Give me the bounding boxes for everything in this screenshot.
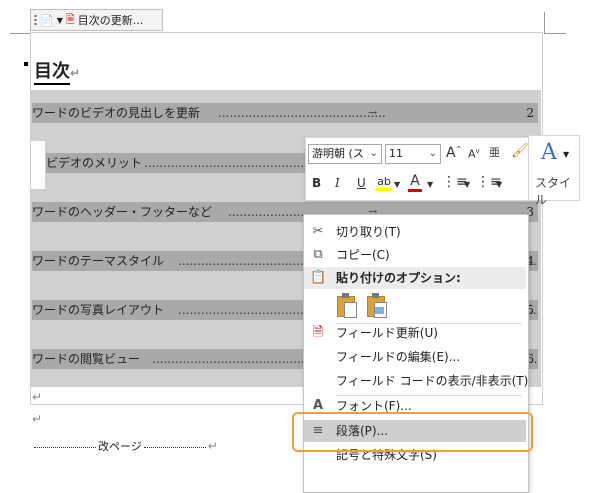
chevron-down-icon[interactable]: ▼: [464, 180, 470, 189]
toc-entry-label: ワードのテーマスタイル: [32, 254, 165, 268]
menu-item-cut[interactable]: ✂ 切り取り(T): [304, 221, 526, 243]
update-toc-field-tab[interactable]: 📄 ▼ 🗎 目次の更新...: [30, 9, 163, 31]
update-field-icon: 🗎: [65, 12, 75, 26]
font-size-select[interactable]: 11 ⌄: [385, 144, 441, 164]
paragraph-mark-bullet: [24, 62, 28, 66]
underline-button[interactable]: U: [357, 176, 366, 190]
tab-arrow-icon: →: [368, 106, 378, 119]
chevron-down-icon: ⌄: [369, 148, 378, 159]
page-break-marker: 改ページ ↵: [32, 438, 218, 454]
paste-picture-icon[interactable]: [366, 293, 387, 318]
document-icon: 📄: [40, 13, 54, 27]
chevron-down-icon[interactable]: ▼: [427, 180, 433, 189]
mini-toolbar: 游明朝 (ス ⌄ 11 ⌄ A^ Av 亜 🖌 B I U ab ▼ A ▼ ⋮…: [305, 137, 542, 201]
toc-entry[interactable]: ビデオのメリット ...............................…: [46, 153, 306, 173]
page-break-label: 改ページ: [98, 440, 142, 453]
shrink-font-button[interactable]: Av: [468, 147, 480, 161]
drag-handle-icon[interactable]: [34, 14, 37, 26]
highlight-callout-box: [292, 412, 533, 452]
toc-leader: ........................................…: [218, 106, 386, 120]
toc-entry-label: ビデオのメリット: [46, 156, 143, 170]
menu-item-update-field[interactable]: 🗎 フィールド更新(U): [304, 322, 526, 344]
toc-entry-label: ワードのヘッダー・フッターなど: [32, 205, 213, 219]
menu-item-copy[interactable]: ⧉ コピー(C): [304, 244, 526, 266]
highlighter-icon: ab: [377, 175, 391, 188]
italic-button[interactable]: I: [335, 176, 340, 190]
paragraph-return-icon: ↵: [32, 390, 43, 404]
paste-keep-source-icon[interactable]: [336, 293, 357, 318]
chevron-down-icon[interactable]: ▼: [394, 180, 400, 189]
styles-button[interactable]: A ▼ スタイル: [528, 135, 580, 207]
styles-icon: A: [541, 140, 557, 165]
grow-font-button[interactable]: A^: [446, 145, 461, 161]
paste-icon: 📋: [310, 270, 327, 285]
indent-gap: [31, 141, 45, 189]
toc-entry-label: ワードのビデオの見出しを更新: [32, 106, 201, 120]
update-field-icon: 🗎: [312, 325, 324, 340]
page-corner-mark: [544, 33, 566, 34]
page-corner-mark: [10, 33, 30, 34]
toc-heading-text: 目次: [34, 61, 70, 85]
menu-item-toggle-field-codes[interactable]: フィールド コードの表示/非表示(T): [304, 370, 528, 392]
menu-header-paste-options: 📋 貼り付けのオプション:: [304, 267, 526, 289]
format-painter-icon[interactable]: 🖌: [511, 143, 529, 159]
bold-button[interactable]: B: [312, 176, 321, 190]
font-color-button[interactable]: A: [408, 173, 422, 192]
font-size-value: 11: [389, 147, 403, 160]
toc-entry-label: ワードの閲覧ビュー: [32, 352, 141, 366]
styles-label: スタイル: [535, 176, 572, 207]
scissors-icon: ✂: [312, 224, 324, 239]
page-corner-mark: [544, 12, 545, 33]
font-name-select[interactable]: 游明朝 (ス ⌄: [308, 144, 382, 164]
highlight-color-button[interactable]: ab: [376, 174, 392, 191]
toc-entry-page: 2: [526, 106, 534, 120]
paragraph-return-icon: ↵: [70, 66, 81, 80]
menu-item-edit-field[interactable]: フィールドの編集(E)...: [304, 346, 526, 368]
phonetic-guide-icon[interactable]: 亜: [489, 144, 500, 160]
chevron-down-icon: ▼: [563, 150, 570, 159]
paste-options-group: [336, 293, 387, 318]
copy-icon: ⧉: [313, 247, 323, 262]
font-name-value: 游明朝 (ス: [312, 147, 364, 160]
chevron-down-icon: ⌄: [428, 148, 437, 159]
chevron-down-icon[interactable]: ▼: [496, 180, 502, 189]
paragraph-return-icon: ↵: [32, 412, 43, 426]
toc-heading: 目次↵: [34, 57, 81, 85]
toc-leader: ........................................…: [144, 156, 306, 170]
toc-entry-label: ワードの写真レイアウト: [32, 303, 165, 317]
toc-entry[interactable]: ワードのビデオの見出しを更新 .........................…: [32, 103, 538, 123]
chevron-down-icon: ▼: [56, 15, 63, 25]
update-toc-label: 目次の更新...: [77, 14, 144, 27]
